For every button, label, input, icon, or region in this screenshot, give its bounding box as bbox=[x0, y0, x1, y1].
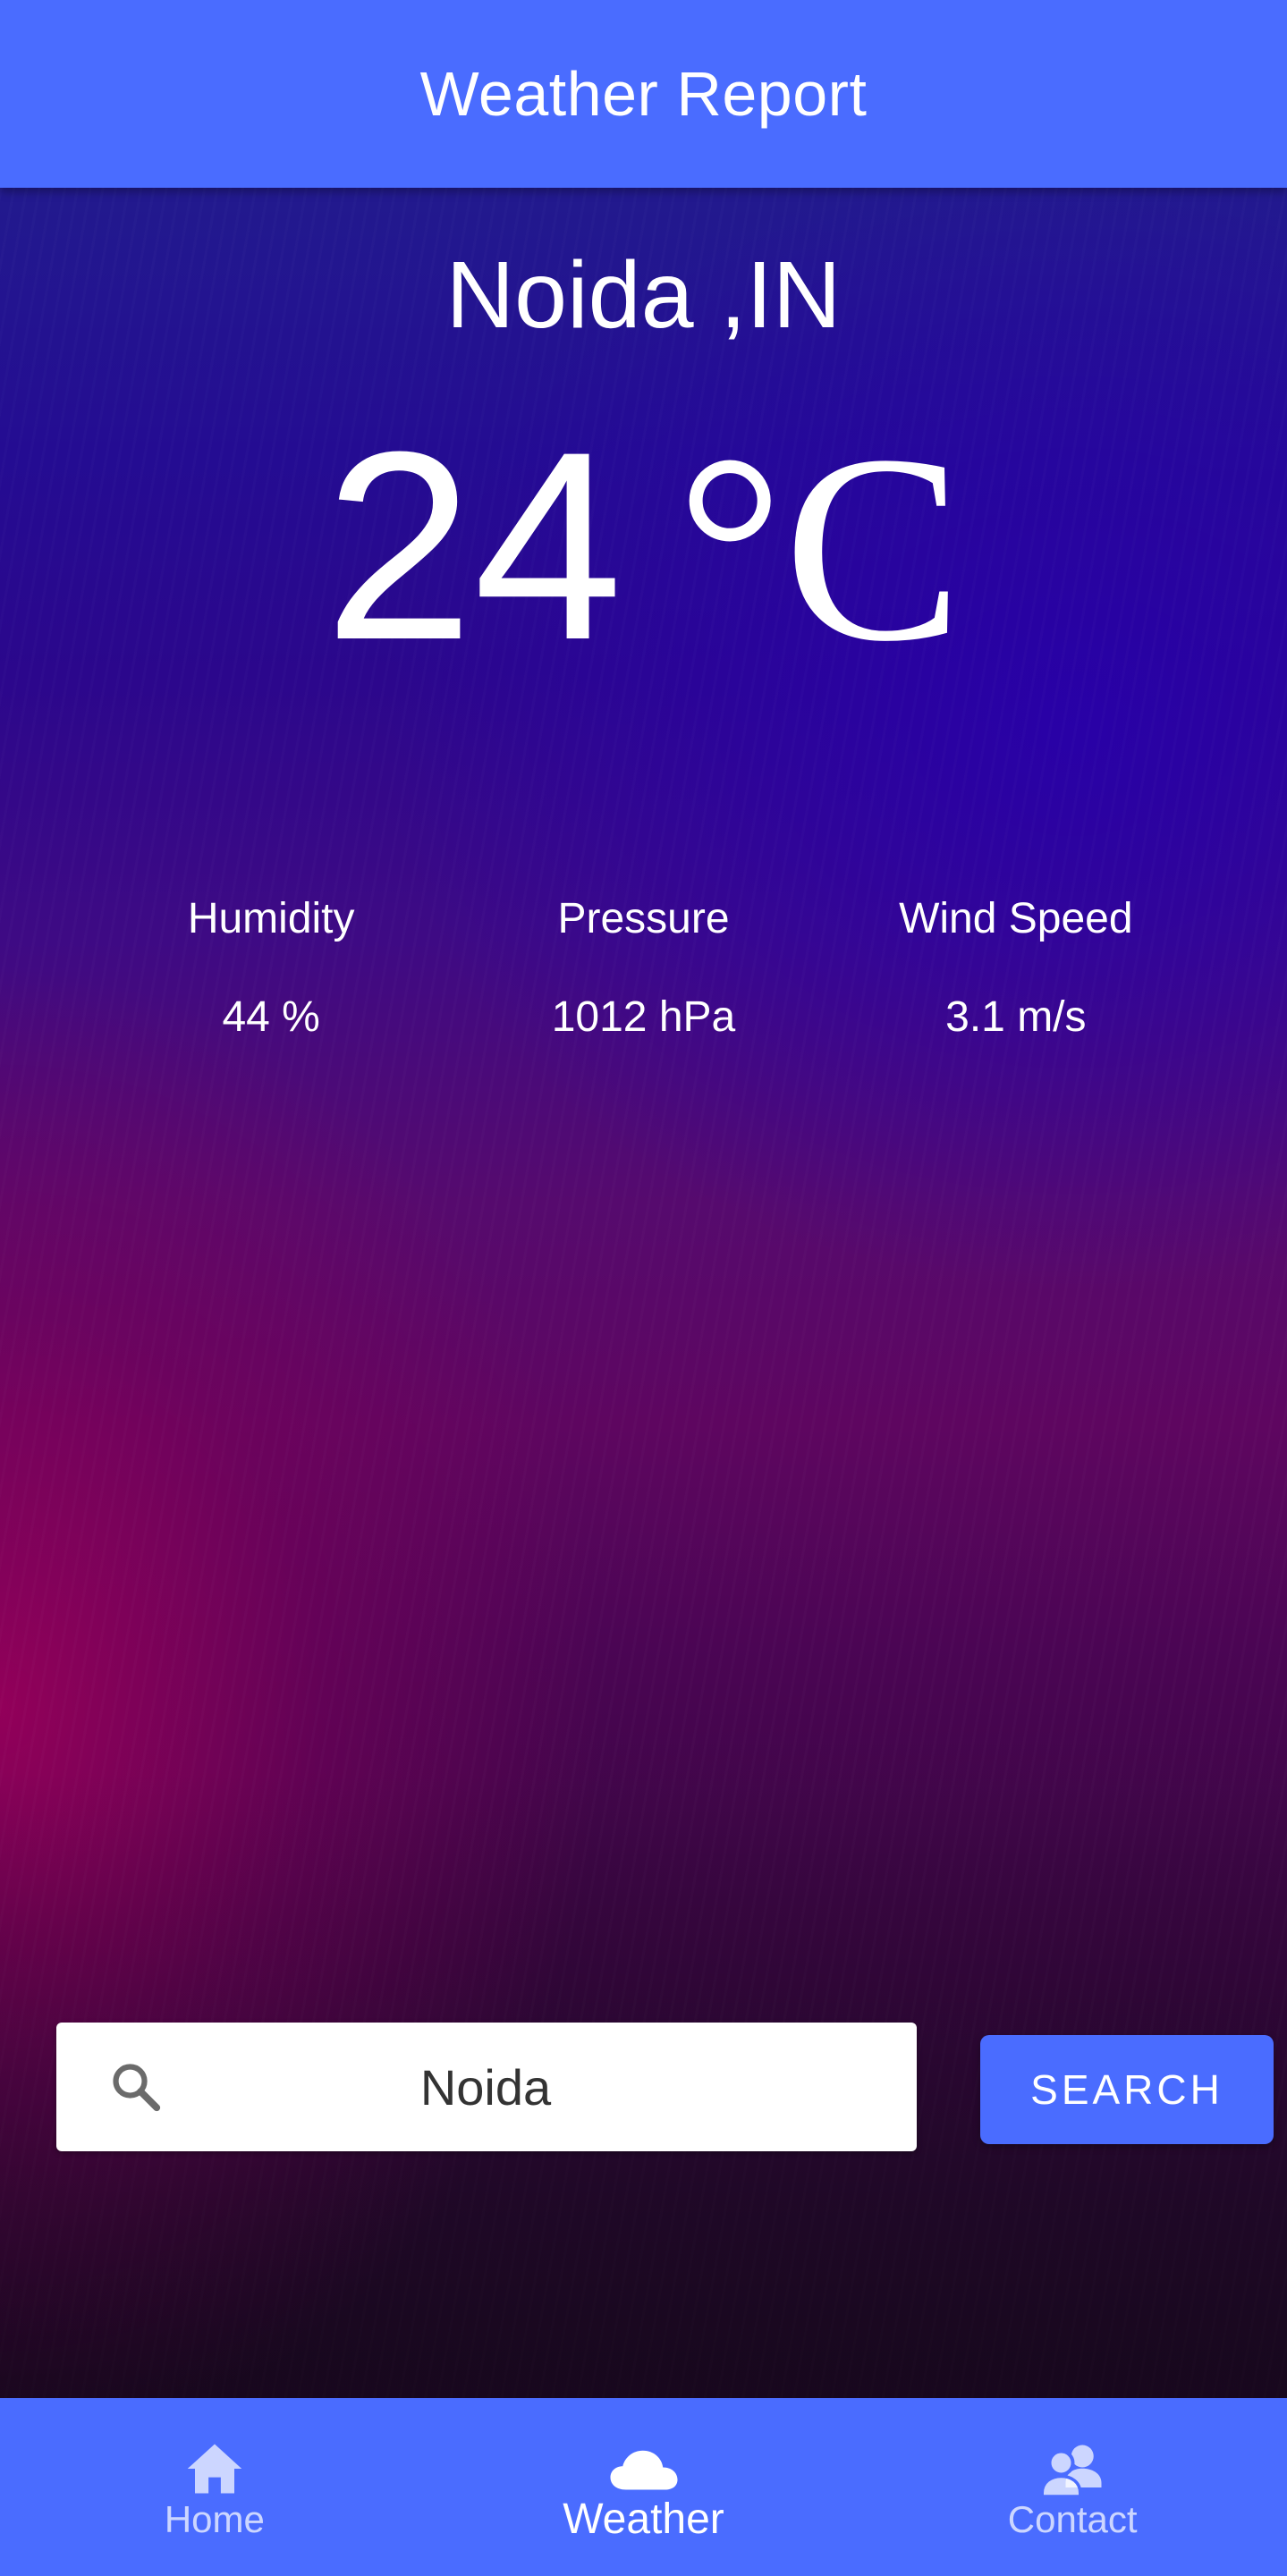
stat-value: 44 % bbox=[222, 993, 320, 1041]
nav-item-weather[interactable]: Weather bbox=[429, 2398, 859, 2576]
search-icon bbox=[108, 2056, 164, 2118]
stat-label: Pressure bbox=[557, 895, 730, 942]
stat-label: Humidity bbox=[187, 895, 355, 942]
weather-stats: Humidity 44 % Pressure 1012 hPa Wind Spe… bbox=[0, 894, 1287, 1042]
stat-value: 3.1 m/s bbox=[945, 993, 1087, 1041]
city-name: Noida ,IN bbox=[445, 242, 842, 348]
temperature-display: 24 °C bbox=[0, 411, 1287, 682]
nav-item-contact[interactable]: Contact bbox=[858, 2398, 1287, 2576]
nav-item-home[interactable]: Home bbox=[0, 2398, 429, 2576]
search-input[interactable] bbox=[164, 2057, 808, 2116]
stat-wind-speed: Wind Speed 3.1 m/s bbox=[830, 894, 1287, 1042]
contact-icon bbox=[1041, 2434, 1104, 2496]
stat-label: Wind Speed bbox=[899, 895, 1133, 942]
stat-humidity: Humidity 44 % bbox=[0, 894, 457, 1042]
app-header: Weather Report bbox=[0, 0, 1287, 188]
stat-pressure: Pressure 1012 hPa bbox=[457, 894, 829, 1042]
nav-label: Weather bbox=[563, 2496, 724, 2543]
stat-value: 1012 hPa bbox=[551, 993, 736, 1041]
home-icon bbox=[185, 2434, 244, 2496]
temperature-unit: °C bbox=[676, 400, 963, 697]
search-box[interactable] bbox=[56, 2023, 917, 2151]
app-title: Weather Report bbox=[419, 59, 868, 129]
bottom-nav: Home Weather Contact bbox=[0, 2398, 1287, 2576]
cloud-icon bbox=[608, 2430, 680, 2493]
temperature-value: 24 bbox=[324, 395, 623, 696]
search-button[interactable]: SEARCH bbox=[980, 2035, 1274, 2144]
nav-label: Home bbox=[164, 2497, 265, 2540]
nav-label: Contact bbox=[1007, 2497, 1138, 2540]
